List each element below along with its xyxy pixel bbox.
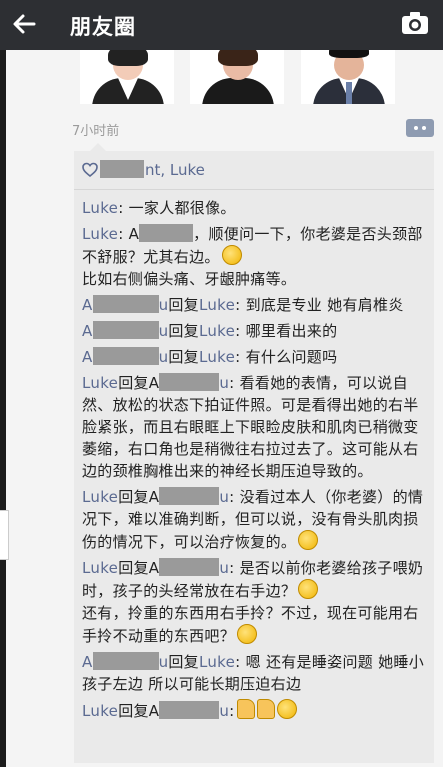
smile-emoji-icon	[276, 699, 297, 719]
post-photo[interactable]	[190, 50, 284, 104]
post-photo[interactable]	[301, 50, 395, 104]
comment-author[interactable]: Luke	[82, 702, 118, 720]
reply-target[interactable]: Luke	[199, 653, 235, 671]
redacted-name	[159, 487, 220, 505]
comment-author[interactable]: Luke	[82, 374, 118, 392]
reply-target[interactable]: Luke	[199, 348, 235, 366]
comment-author[interactable]: Luke	[82, 488, 118, 506]
comment-author[interactable]: Au	[82, 295, 168, 314]
comment-author[interactable]: Luke	[82, 199, 118, 217]
top-bar: 朋友圈	[0, 0, 443, 50]
thinking-emoji-icon	[221, 245, 242, 265]
redacted-name	[100, 160, 144, 178]
comment-item[interactable]: Luke回复A u: 看看她的表情，可以说自然、放松的状态下拍证件照。可是看得出她…	[82, 372, 427, 482]
comment-author[interactable]: Luke	[82, 559, 118, 577]
thinking-emoji-icon	[298, 579, 319, 599]
thumbs-up-icon	[236, 699, 255, 719]
comment-author[interactable]: Luke	[82, 225, 118, 243]
comment-author[interactable]: Au	[82, 321, 168, 340]
comment-item[interactable]: Luke回复A u: 没看过本人（你老婆）的情况下，难以准确判断，但可以说，没有骨…	[82, 486, 427, 553]
redacted-name	[139, 224, 194, 242]
reply-target[interactable]: Luke	[199, 296, 235, 314]
reply-target[interactable]: Luke	[199, 322, 235, 340]
redacted-name	[92, 347, 159, 365]
left-edge	[0, 50, 6, 767]
drawer-handle[interactable]	[0, 510, 9, 560]
thumbs-up-icon	[256, 699, 275, 719]
smile-emoji-icon	[298, 530, 319, 550]
likes-row: nt, Luke	[74, 151, 434, 190]
comment-item[interactable]: Luke: 一家人都很像。	[82, 197, 427, 219]
post-time: 7小时前	[72, 124, 120, 139]
post-photos	[80, 50, 395, 104]
camera-icon[interactable]	[401, 11, 429, 35]
post-photo[interactable]	[80, 50, 174, 104]
comment-item[interactable]: Au回复Luke: 哪里看出来的	[82, 320, 427, 342]
thinking-emoji-icon	[237, 624, 258, 644]
heart-icon	[82, 162, 98, 178]
comment-item[interactable]: Au回复Luke: 到底是专业 她有肩椎炎	[82, 294, 427, 316]
comment-item[interactable]: Au回复Luke: 嗯 还有是睡姿问题 她睡小孩子左边 所以可能长期压迫右边	[82, 651, 427, 695]
likes-names[interactable]: nt, Luke	[100, 160, 205, 179]
comment-item[interactable]: Luke: A ，顺便问一下，你老婆是否头颈部不舒服？尤其右边。 比如右侧偏头痛、牙…	[82, 223, 427, 290]
comment-item[interactable]: Luke回复A u:	[82, 699, 427, 722]
comment-item[interactable]: Luke回复A u: 是否以前你老婆给孩子喂奶时，孩子的头经常放在右手边？ 还有，拎…	[82, 557, 427, 647]
redacted-name	[92, 321, 159, 339]
comment-item[interactable]: Au回复Luke: 有什么问题吗	[82, 346, 427, 368]
redacted-name	[159, 701, 220, 719]
comment-author[interactable]: Au	[82, 652, 168, 671]
back-arrow-icon[interactable]	[10, 10, 38, 38]
redacted-name	[159, 373, 220, 391]
comments-panel: nt, Luke Luke: 一家人都很像。 Luke: A ，顺便问一下，你老婆…	[74, 143, 434, 763]
redacted-name	[159, 558, 220, 576]
page-title: 朋友圈	[70, 15, 136, 39]
comment-author[interactable]: Au	[82, 347, 168, 366]
redacted-name	[92, 295, 159, 313]
redacted-name	[92, 652, 159, 670]
comment-icon[interactable]	[406, 119, 434, 137]
comment-list: Luke: 一家人都很像。 Luke: A ，顺便问一下，你老婆是否头颈部不舒服？…	[82, 197, 427, 726]
